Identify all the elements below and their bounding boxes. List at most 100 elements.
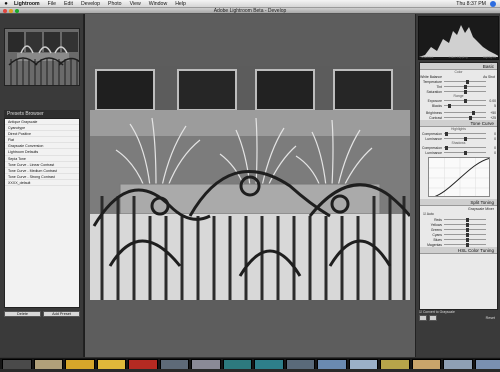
slider-knob[interactable] (471, 110, 475, 115)
navigator-preview[interactable] (4, 28, 80, 86)
slider-track[interactable] (444, 227, 486, 232)
panel-footer: Reset (419, 314, 498, 321)
slider-label: Compression (422, 131, 442, 136)
slider-knob[interactable] (465, 217, 469, 222)
slider-track[interactable] (444, 237, 486, 242)
apple-icon[interactable]: ● (2, 1, 10, 7)
slider-knob[interactable] (465, 222, 469, 227)
slider-track[interactable] (444, 89, 486, 94)
menu-photo[interactable]: Photo (104, 1, 126, 7)
slider-knob[interactable] (465, 237, 469, 242)
slider-value[interactable]: 0 (486, 146, 497, 150)
menu-help[interactable]: Help (171, 1, 190, 7)
slider-track[interactable] (444, 136, 486, 141)
convert-grayscale-checkbox[interactable]: ☑ Convert to Grayscale (419, 310, 455, 314)
slider-knob[interactable] (468, 115, 472, 120)
histogram-graph (419, 25, 498, 57)
menu-edit[interactable]: Edit (60, 1, 77, 7)
white-balance-row[interactable]: White Balance As Shot (420, 74, 497, 79)
delete-preset-button[interactable]: Delete (4, 311, 41, 317)
menu-view[interactable]: View (126, 1, 145, 7)
slider-track[interactable] (444, 222, 486, 227)
presets-browser-header[interactable]: Presets Browser (4, 110, 80, 118)
preset-item[interactable]: XXXX_default (5, 180, 79, 187)
slider-track[interactable] (444, 145, 486, 150)
add-preset-button[interactable]: Add Preset (43, 311, 80, 317)
histogram: Shadows Color Clipping Highlights (418, 16, 499, 60)
slider-knob[interactable] (465, 79, 469, 84)
main-photo[interactable] (90, 66, 410, 300)
slider-label: Luminance (425, 136, 442, 141)
slider-track[interactable] (444, 217, 486, 222)
slider-label: Luminance (425, 150, 442, 155)
reset-button[interactable]: Reset (483, 316, 498, 320)
slider-track[interactable] (444, 110, 486, 115)
slider-label: Cyans (432, 232, 442, 237)
white-balance-label: White Balance (420, 74, 442, 79)
range-sliders: Exposure 0.00 Blacks 5 (420, 98, 497, 108)
hist-clipping-label: Color Clipping (448, 55, 468, 59)
slider-track[interactable] (444, 84, 486, 89)
slider-knob[interactable] (465, 227, 469, 232)
before-after-icon[interactable] (419, 314, 427, 321)
photo-image (90, 66, 410, 300)
slider-label: Saturation (426, 89, 442, 94)
right-panel: Shadows Color Clipping Highlights Basic … (415, 14, 500, 357)
slider-label: Magentas (427, 242, 442, 247)
presets-list: Antique Grayscale Cyanotype Direct Positiv… (4, 118, 80, 308)
hist-highlights-label[interactable]: Highlights (483, 55, 496, 59)
lightroom-window: ● Lightroom File Edit Develop Photo View… (0, 0, 500, 372)
slider-value[interactable]: 5 (486, 104, 497, 108)
split-toning-header[interactable]: Split Toning (420, 199, 497, 206)
hist-shadows-label[interactable]: Shadows (421, 55, 433, 59)
slider-value[interactable]: 0.00 (486, 99, 497, 103)
slider-label: Reds (434, 217, 442, 222)
menu-file[interactable]: File (44, 1, 60, 7)
slider-knob[interactable] (465, 242, 469, 247)
slider-knob[interactable] (447, 103, 451, 108)
mac-menubar: ● Lightroom File Edit Develop Photo View… (0, 0, 500, 8)
slider-value[interactable]: +50 (486, 111, 497, 115)
slider-knob[interactable] (444, 131, 448, 136)
slider-track[interactable] (444, 79, 486, 84)
filmstrip (0, 357, 500, 372)
slider-knob[interactable] (463, 84, 467, 89)
brightness-contrast-sliders: Brightness +50 Contrast +25 (420, 110, 497, 120)
tone-curve-header[interactable]: Tone Curve (420, 120, 497, 127)
basic-panel-header[interactable]: Basic (420, 63, 497, 70)
slider-track[interactable] (444, 242, 486, 247)
slider-value[interactable]: 0 (486, 151, 497, 155)
slider-knob[interactable] (463, 89, 467, 94)
clock: Thu 8:37 PM (456, 0, 486, 7)
slider-knob[interactable] (465, 232, 469, 237)
spotlight-icon[interactable] (490, 0, 496, 7)
slider-knob[interactable] (444, 145, 448, 150)
slider-value[interactable]: 0 (486, 132, 497, 136)
convert-grayscale-label: Convert to Grayscale (422, 310, 455, 314)
left-panel: Presets Browser Antique Grayscale Cyanoty… (0, 14, 84, 357)
slider-track[interactable] (444, 103, 486, 108)
tone-curve-graph[interactable] (428, 157, 490, 197)
menu-window[interactable]: Window (145, 1, 171, 7)
view-icons (419, 314, 437, 321)
slider-knob[interactable] (463, 98, 467, 103)
slider-track[interactable] (444, 131, 486, 136)
preset-buttons: Delete Add Preset (4, 311, 80, 317)
slider-track[interactable] (444, 232, 486, 237)
slider-value[interactable]: 0 (486, 137, 497, 141)
slider-label: Blues (433, 237, 442, 242)
slider-row[interactable]: Luminance 0 (420, 150, 497, 155)
hsl-header[interactable]: HSL Color Tuning (420, 247, 497, 254)
slider-track[interactable] (444, 150, 486, 155)
slider-knob[interactable] (463, 150, 467, 155)
menu-develop[interactable]: Develop (77, 1, 104, 7)
slider-knob[interactable] (463, 136, 467, 141)
slider-value[interactable]: +25 (486, 116, 497, 120)
white-balance-select[interactable]: As Shot (444, 75, 497, 79)
grayscale-sliders: Reds Yellows Greens Cyans Blues Magentas (420, 217, 497, 247)
slider-track[interactable] (444, 115, 486, 120)
photo-canvas (85, 14, 415, 357)
copy-settings-icon[interactable] (429, 314, 437, 321)
slider-track[interactable] (444, 98, 486, 103)
menu-lightroom[interactable]: Lightroom (10, 1, 44, 7)
